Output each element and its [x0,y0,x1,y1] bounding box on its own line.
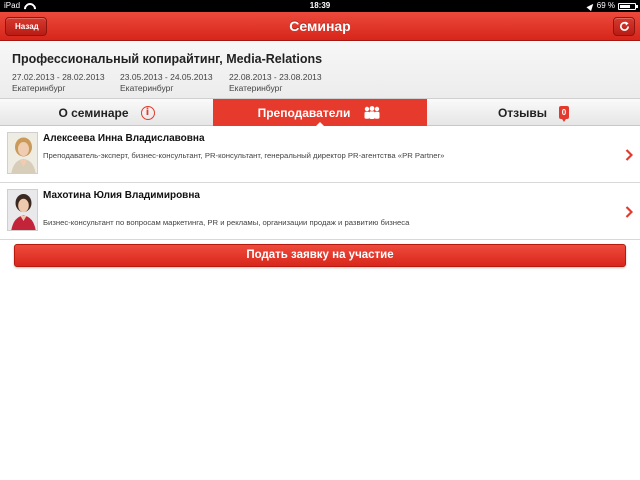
seminar-header: Профессиональный копирайтинг, Media-Rela… [0,42,640,98]
info-icon: i [140,105,155,120]
page-title: Семинар [289,18,351,34]
session-city: Екатеринбург [120,83,174,93]
session-item: 23.05.2013 - 24.05.2013 Екатеринбург [120,72,213,94]
portrait-image [8,133,37,173]
people-icon [364,105,380,119]
tab-lecturers[interactable]: Преподаватели [213,99,427,127]
session-dates: 22.08.2013 - 23.08.2013 [229,72,322,82]
status-bar: iPad 18:39 69 % [0,0,640,12]
tab-about-label: О семинаре [58,105,129,120]
portrait-image [8,190,37,230]
lecturer-row[interactable]: Алексеева Инна Владиславовна Преподавате… [0,127,640,183]
lecturer-name: Алексеева Инна Владиславовна [43,133,205,144]
session-dates: 27.02.2013 - 28.02.2013 [12,72,105,82]
session-city: Екатеринбург [229,83,283,93]
avatar [7,132,38,174]
tab-lecturers-label: Преподаватели [257,105,351,120]
comment-badge-icon: 0 [559,106,570,122]
status-bar-right: 69 % [586,0,638,12]
refresh-icon [620,21,629,31]
avatar [7,189,38,231]
status-time: 18:39 [309,1,331,10]
chevron-right-icon [625,206,633,218]
seminar-title: Профессиональный копирайтинг, Media-Rela… [12,52,323,66]
lecturer-row[interactable]: Махотина Юлия Владимировна Бизнес-консул… [0,184,640,240]
session-item: 22.08.2013 - 23.08.2013 Екатеринбург [229,72,322,94]
apply-button[interactable]: Подать заявку на участие [14,244,626,267]
chevron-right-icon [625,149,633,161]
session-city: Екатеринбург [12,83,66,93]
session-dates: 23.05.2013 - 24.05.2013 [120,72,213,82]
lecturer-description: Бизнес-консультант по вопросам маркетинг… [43,218,410,227]
tab-about[interactable]: О семинаре i [0,99,213,126]
battery-percent: 69 % [596,1,615,10]
location-icon [586,1,596,11]
battery-icon [618,2,638,10]
refresh-button[interactable] [613,17,635,36]
tab-bar: О семинаре i Преподаватели Отзывы 0 [0,98,640,127]
tab-reviews-label: Отзывы [497,105,548,120]
navigation-bar: Назад Семинар [0,12,640,41]
lecturer-name: Махотина Юлия Владимировна [43,190,200,201]
tab-reviews[interactable]: Отзывы 0 [427,99,640,126]
lecturer-description: Преподаватель-эксперт, бизнес-консультан… [43,151,445,160]
session-item: 27.02.2013 - 28.02.2013 Екатеринбург [12,72,105,94]
